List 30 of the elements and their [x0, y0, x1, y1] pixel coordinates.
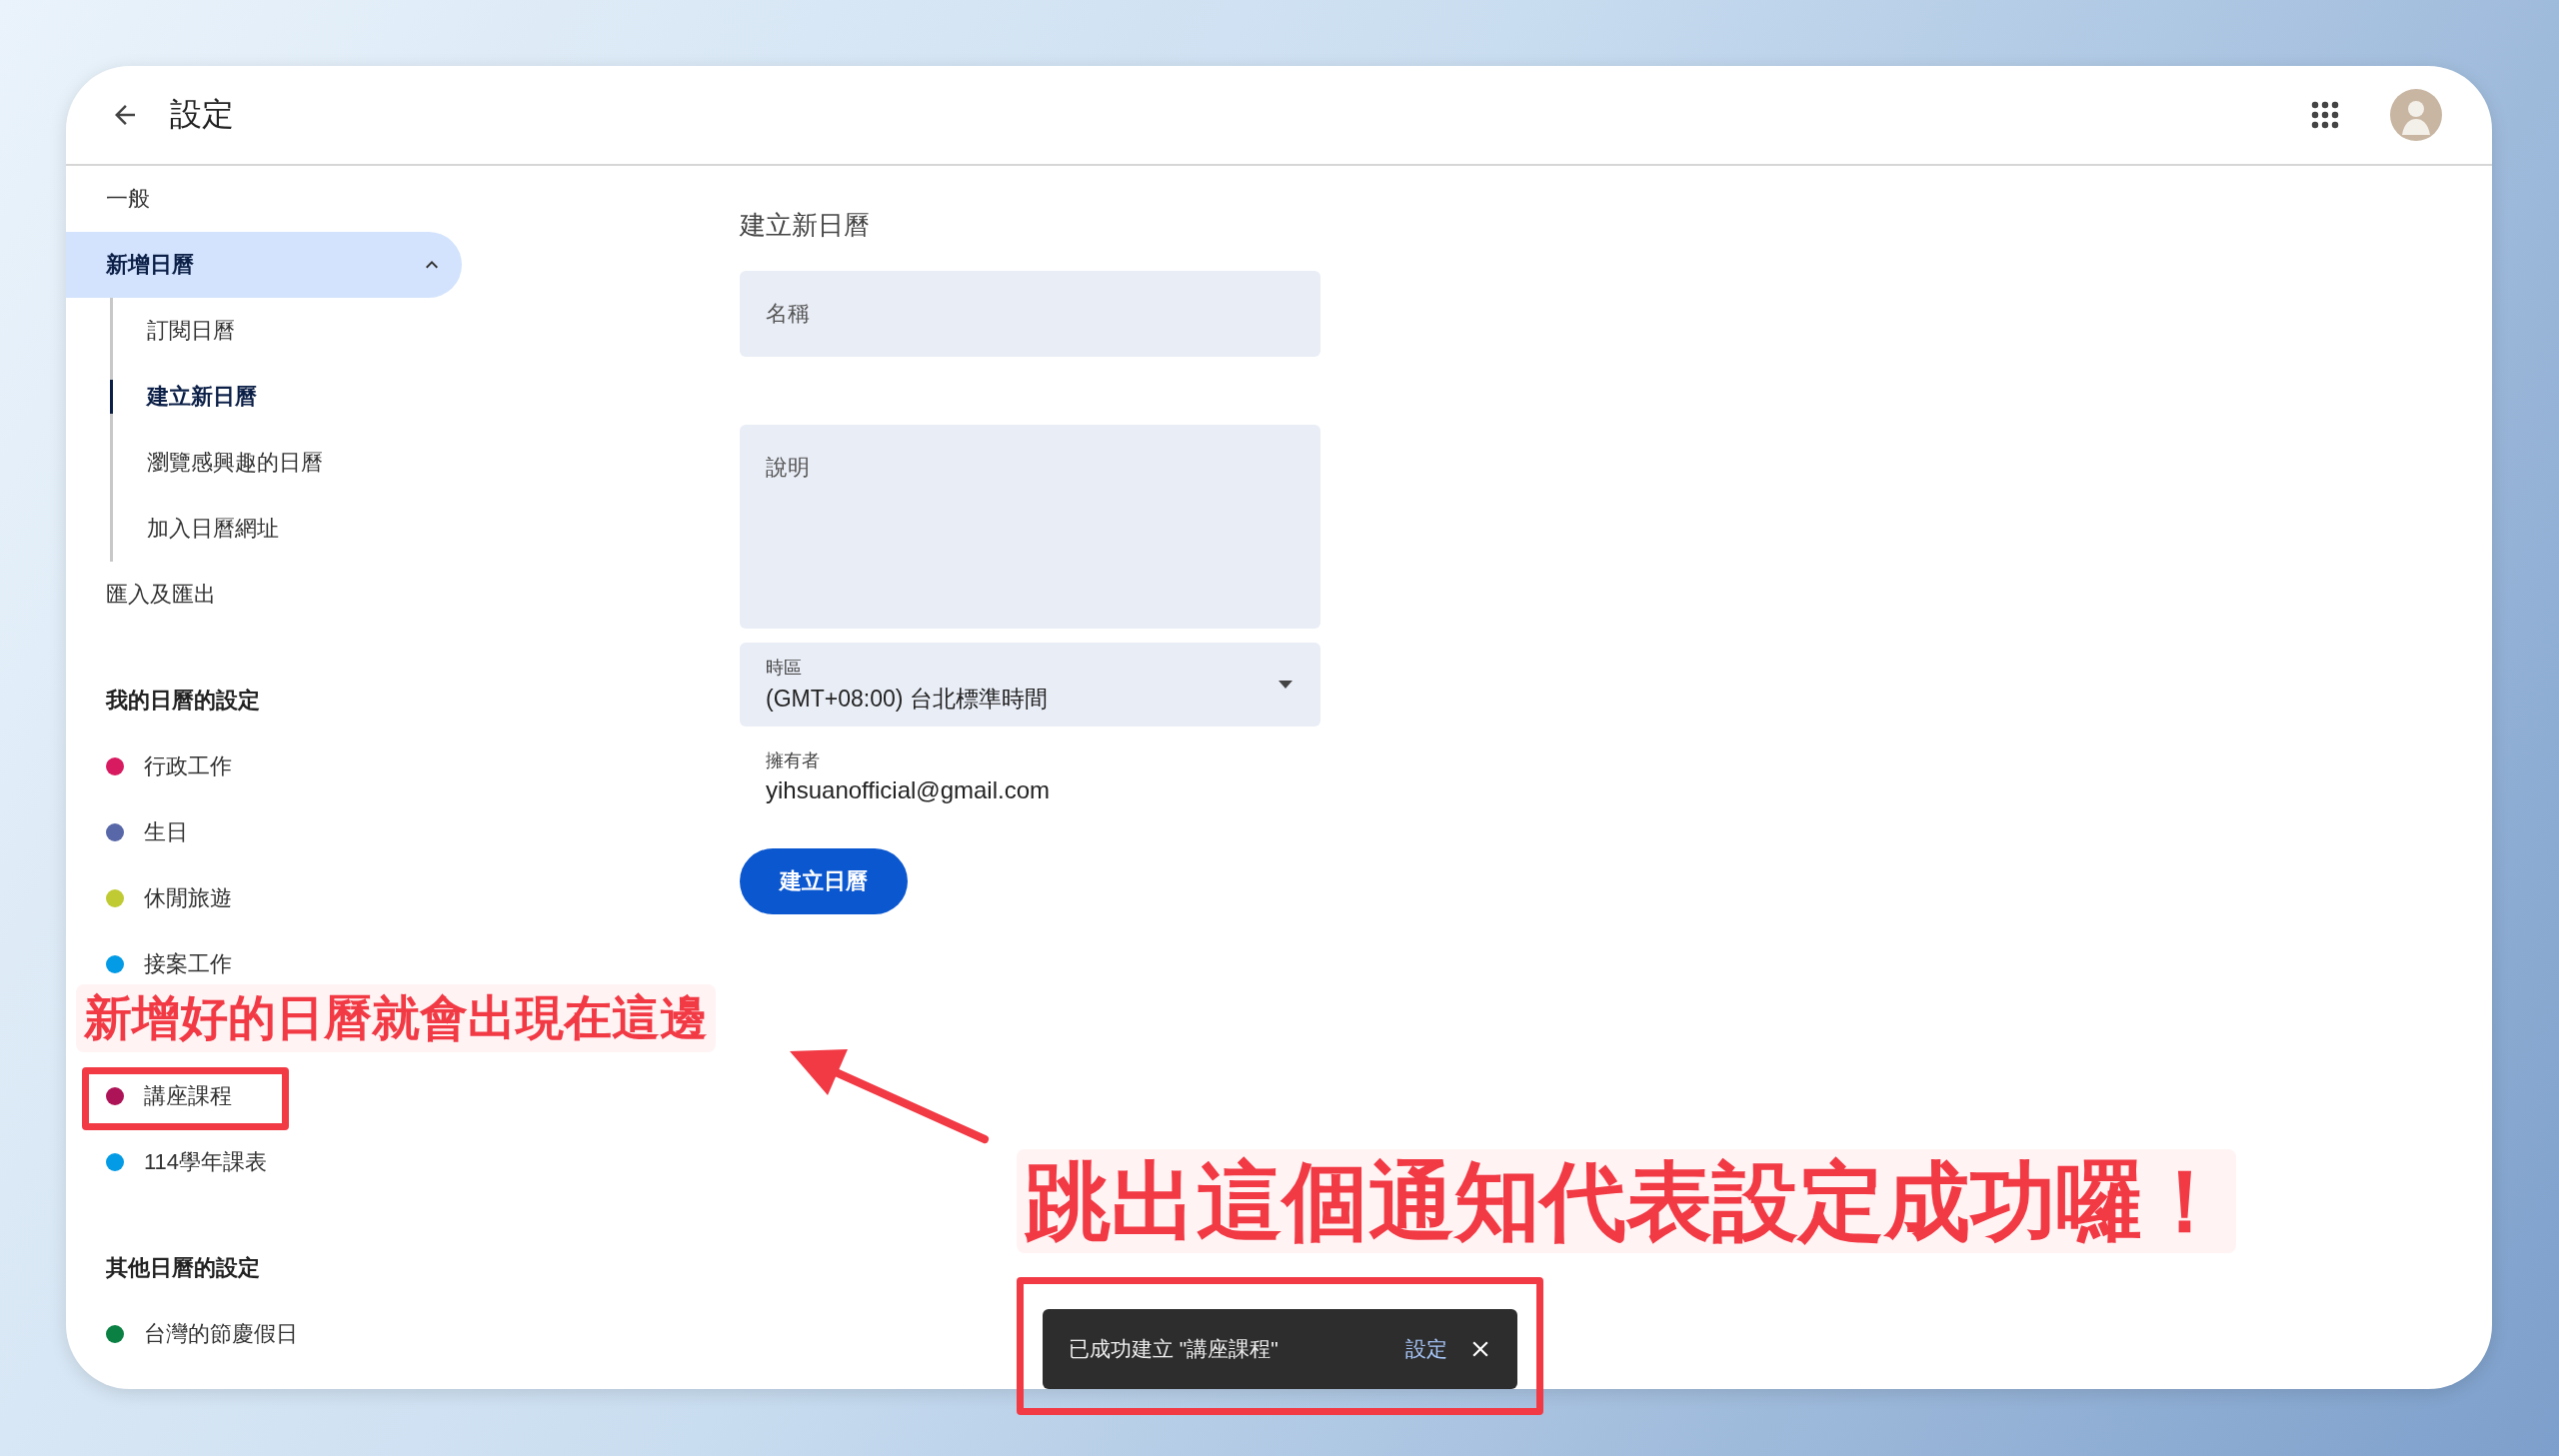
calendar-name[interactable]: 行政工作 — [144, 751, 232, 781]
sidebar-subitem[interactable]: 瀏覽感興趣的日曆 — [110, 430, 323, 496]
calendar-name[interactable]: 接案工作 — [144, 949, 232, 979]
timezone-dropdown[interactable]: 時區 (GMT+08:00) 台北標準時間 — [740, 643, 1320, 727]
section-heading: 我的日曆的設定 — [104, 687, 260, 715]
owner-email: yihsuanofficial@gmail.com — [766, 776, 1051, 804]
sidebar-item[interactable]: 一般 — [66, 166, 462, 232]
calendar-name[interactable]: 生日 — [144, 817, 188, 847]
sidebar-item[interactable]: 匯入及匯出 — [66, 562, 462, 628]
sidebar-item[interactable]: 新增日曆 — [66, 232, 462, 298]
sidebar-subitem[interactable]: 加入日曆網址 — [110, 496, 279, 562]
page-title: 設定 — [170, 95, 234, 134]
form-title: 建立新日曆 — [740, 209, 870, 242]
sidebar-subitem[interactable]: 訂閱日曆 — [110, 298, 235, 364]
snackbar-message: 已成功建立 "講座課程" — [1069, 1336, 1280, 1362]
calendar-name[interactable]: 講座課程 — [144, 1081, 232, 1111]
section-heading: 其他日曆的設定 — [105, 1254, 260, 1282]
snackbar-action-link[interactable]: 設定 — [1405, 1335, 1447, 1363]
dropdown-arrow-icon — [1279, 681, 1292, 689]
owner-label: 擁有者 — [766, 749, 821, 772]
annotation-caption: 跳出這個通知代表設定成功囉！ — [1017, 1149, 2236, 1253]
annotation-caption: 新增好的日曆就會出現在這邊 — [76, 984, 716, 1052]
calendar-name[interactable]: 休閒旅遊 — [144, 883, 232, 913]
calendar-name[interactable]: 台灣的節慶假日 — [144, 1319, 298, 1349]
calendar-name[interactable]: 114學年課表 — [144, 1147, 268, 1177]
description-field[interactable]: 說明 — [740, 425, 1320, 629]
name-field[interactable]: 名稱 — [740, 271, 1320, 357]
sidebar-subitem[interactable]: 建立新日曆 — [110, 380, 257, 414]
apps-grid-icon[interactable] — [2310, 100, 2340, 130]
create-calendar-button[interactable]: 建立日曆 — [740, 848, 908, 914]
